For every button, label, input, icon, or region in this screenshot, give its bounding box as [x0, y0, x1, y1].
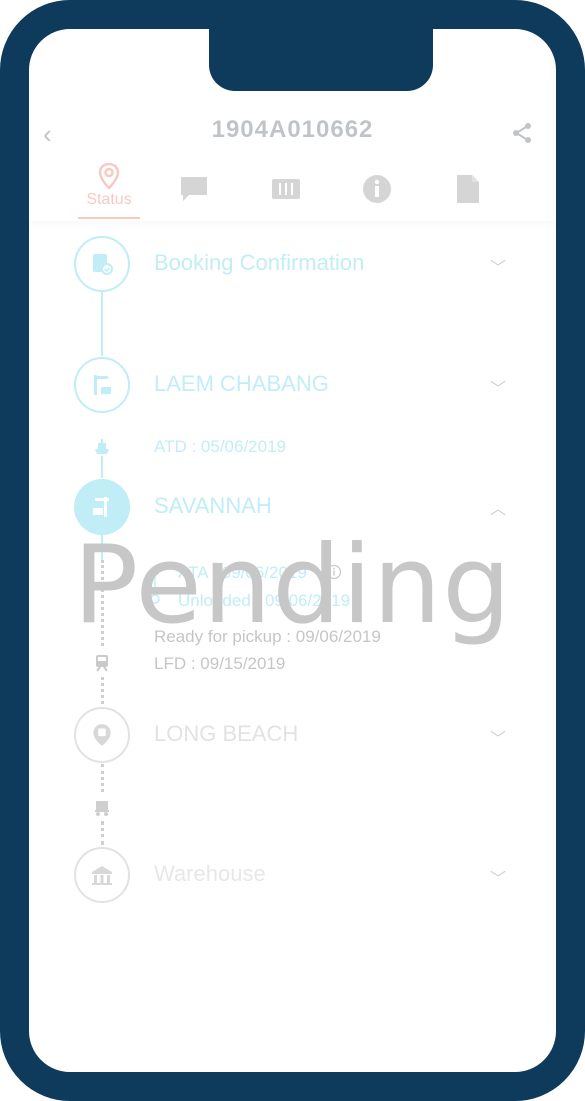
- chevron-down-icon[interactable]: ﹀: [490, 865, 506, 889]
- truck-icon: [92, 797, 112, 817]
- train-icon: [92, 653, 112, 673]
- stop-name: Booking Confirmation: [154, 250, 365, 275]
- tab-documents[interactable]: [433, 159, 503, 221]
- page-title: 1904A010662: [211, 116, 374, 143]
- warehouse-icon: [74, 847, 130, 903]
- booking-doc-icon: [74, 236, 130, 292]
- stop-name: LAEM CHABANG: [154, 371, 329, 396]
- timeline-connector: [101, 292, 103, 356]
- stop-name: Warehouse: [154, 861, 266, 886]
- timeline-dotted-connector: [101, 764, 106, 792]
- timeline-connector: [101, 456, 103, 478]
- tab-status-label: Status: [86, 191, 132, 208]
- port-crane-icon: [74, 357, 130, 413]
- stop-name: SAVANNAH: [154, 493, 272, 518]
- app-header: ‹ 1904A010662: [29, 99, 556, 159]
- timeline-dotted-connector: [101, 677, 106, 704]
- info-icon: [363, 175, 391, 203]
- tab-container[interactable]: [251, 159, 321, 221]
- container-icon: [272, 179, 300, 199]
- active-tab-indicator: [78, 217, 140, 219]
- tab-messages[interactable]: [159, 159, 229, 221]
- tab-info[interactable]: [342, 159, 412, 221]
- phone-notch: [209, 29, 433, 91]
- chevron-up-icon[interactable]: ︿: [490, 495, 506, 519]
- timeline-dotted-connector: [101, 821, 106, 845]
- chevron-down-icon[interactable]: ﹀: [490, 254, 506, 278]
- tab-status[interactable]: Status: [74, 159, 144, 221]
- ship-icon: [92, 437, 112, 457]
- chevron-down-icon[interactable]: ﹀: [490, 725, 506, 749]
- tab-bar: Status: [29, 159, 556, 221]
- atd-date: ATD : 05/06/2019: [154, 437, 286, 456]
- rail-ramp-icon: [74, 707, 130, 763]
- chat-icon: [181, 177, 207, 201]
- chevron-down-icon[interactable]: ﹀: [490, 375, 506, 399]
- lfd-date: LFD : 09/15/2019: [154, 654, 286, 673]
- location-pin-icon: [98, 163, 120, 189]
- stop-name: LONG BEACH: [154, 721, 299, 746]
- document-icon: [457, 175, 479, 203]
- share-icon[interactable]: [510, 121, 534, 145]
- pending-watermark: Pending: [73, 523, 512, 648]
